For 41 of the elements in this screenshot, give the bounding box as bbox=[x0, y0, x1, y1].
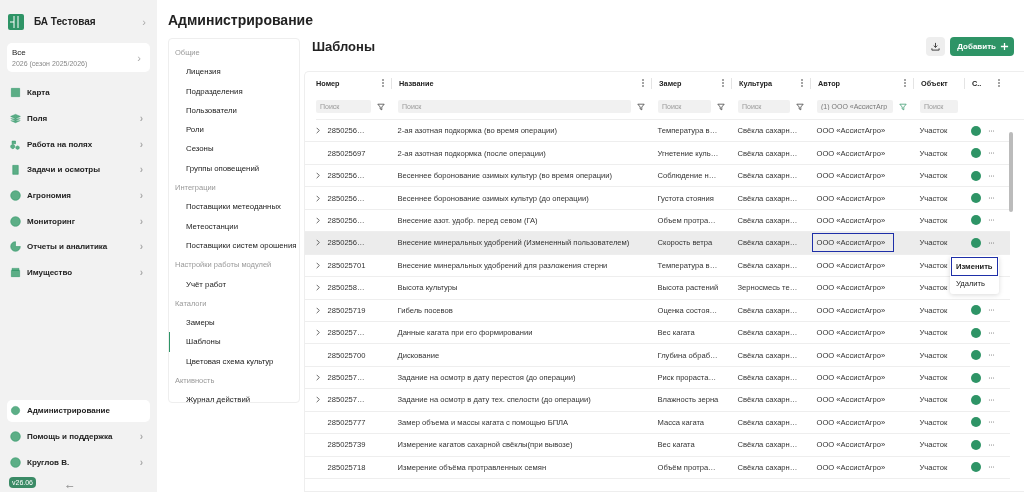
arrow-left-icon[interactable] bbox=[66, 484, 75, 489]
nav-item[interactable]: Работа на полях › bbox=[7, 133, 150, 156]
chevron-right-icon[interactable] bbox=[316, 261, 320, 269]
filter-icon[interactable] bbox=[377, 102, 385, 111]
filter-icon[interactable] bbox=[899, 102, 907, 111]
section-title: Шаблоны bbox=[312, 39, 376, 54]
chevron-right-icon[interactable] bbox=[316, 194, 320, 202]
layers-icon bbox=[10, 113, 21, 125]
chevron-right-icon[interactable] bbox=[316, 127, 320, 135]
nav-item[interactable]: Круглов В. › bbox=[7, 451, 150, 473]
page-title: Администрирование bbox=[168, 12, 314, 28]
nav-item[interactable]: Администрирование bbox=[7, 399, 150, 422]
filter-icon[interactable] bbox=[637, 102, 645, 111]
nav-item[interactable]: Мониторинг › bbox=[7, 210, 150, 233]
logo-icon bbox=[8, 13, 24, 30]
filter-icon[interactable] bbox=[796, 102, 804, 111]
clipboard-icon bbox=[10, 164, 21, 176]
nav-item[interactable]: Агрономия › bbox=[7, 184, 150, 207]
nav-item[interactable]: Поля › bbox=[7, 107, 150, 130]
chevron-right-icon[interactable] bbox=[316, 239, 320, 247]
chevron-right-icon[interactable] bbox=[316, 284, 320, 292]
plus-icon bbox=[1000, 42, 1009, 51]
nav-item[interactable]: Карта bbox=[7, 82, 150, 104]
chevron-right-icon[interactable] bbox=[316, 306, 320, 314]
chevron-right-icon[interactable] bbox=[316, 374, 320, 382]
chevron-right-icon[interactable] bbox=[316, 216, 320, 224]
chevron: › bbox=[142, 15, 147, 28]
nav-item[interactable]: Помощь и поддержка › bbox=[7, 425, 150, 448]
add-button[interactable]: Добавить bbox=[950, 37, 1014, 56]
chevron-right-icon[interactable] bbox=[316, 396, 320, 404]
nav-item[interactable]: Отчеты и аналитика › bbox=[7, 236, 150, 258]
download-button[interactable] bbox=[926, 37, 946, 56]
filter-icon[interactable] bbox=[717, 102, 725, 111]
box-icon bbox=[10, 267, 21, 279]
download-icon bbox=[931, 42, 941, 51]
chevron-right-icon[interactable] bbox=[316, 329, 320, 337]
org-name[interactable]: БА Тестовая bbox=[34, 16, 133, 27]
nav-item[interactable]: Имущество › bbox=[7, 261, 150, 284]
nav-item[interactable]: Задачи и осмотры › bbox=[7, 159, 150, 181]
chevron-right-icon[interactable] bbox=[316, 172, 320, 180]
pie-chart-icon bbox=[10, 241, 21, 253]
